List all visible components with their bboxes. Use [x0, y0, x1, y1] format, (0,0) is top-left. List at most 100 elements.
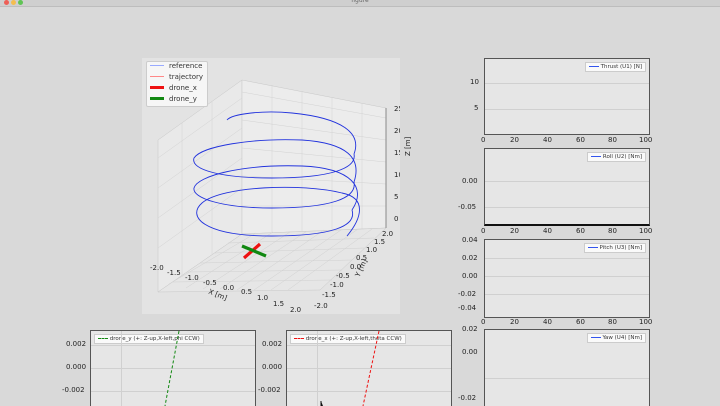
gridline [485, 276, 649, 277]
thrust-legend: Thrust (U1) [N] [584, 62, 646, 72]
z-label: Z [m] [404, 136, 412, 156]
z-tick-25: 25 [394, 105, 400, 113]
drone-y-line-svg [164, 331, 180, 406]
pitch-xtick: 40 [543, 318, 552, 326]
thrust-ytick-5: 5 [474, 104, 479, 112]
pitch-plot: Pitch (U3) [Nm] [484, 239, 650, 318]
pane-back [241, 79, 387, 235]
roll-ytick-neg: -0.05 [458, 203, 477, 211]
drone-x-line-svg [320, 331, 380, 406]
legend-swatch-reference [150, 65, 164, 66]
legend-swatch-drone-y [150, 97, 164, 100]
legend-3d: reference trajectory drone_x drone_y [146, 61, 208, 107]
x-tick: -1.0 [185, 274, 199, 282]
roll-xtick: 80 [608, 227, 617, 235]
roll-xtick: 100 [639, 227, 653, 235]
gridline [485, 258, 649, 259]
gridline [485, 378, 649, 379]
y-tick: 2.0 [382, 230, 394, 238]
z-axis: 0 5 10 15 20 25 [385, 105, 403, 228]
pitch-ytick: 0.04 [462, 236, 478, 244]
x-tick: -0.5 [203, 279, 217, 287]
z-tick-10: 10 [394, 171, 400, 179]
roll-xtick: 60 [576, 227, 585, 235]
pitch-xtick: 80 [608, 318, 617, 326]
y-tick: -1.0 [330, 281, 344, 289]
z-tick-15: 15 [394, 149, 400, 157]
drone-x-plot: drone_x (+: Z-up,X-left,theta CCW) [286, 330, 452, 406]
y-tick: -0.5 [336, 272, 350, 280]
drone-x-ytick: 0.002 [262, 340, 283, 348]
x-tick: -1.5 [167, 269, 181, 277]
legend-drone-y: drone_y [169, 95, 197, 103]
pitch-ytick: -0.02 [458, 290, 477, 298]
thrust-xtick: 40 [543, 136, 552, 144]
roll-xtick: 0 [481, 227, 486, 235]
legend-drone-x: drone_x [169, 84, 197, 92]
thrust-legend-label: Thrust (U1) [N] [600, 64, 642, 70]
x-tick: 0.5 [241, 288, 253, 296]
x-tick: 0.0 [223, 284, 235, 292]
thrust-plot: Thrust (U1) [N] [484, 58, 650, 135]
drone-y-ytick: -0.002 [62, 386, 85, 394]
pitch-ytick: 0.00 [462, 272, 478, 280]
drone-y-plot: drone_y (+: Z-up,X-left,phi CCW) [90, 330, 256, 406]
roll-xtick: 40 [543, 227, 552, 235]
window-title: figure [351, 0, 369, 4]
pitch-xtick: 20 [510, 318, 519, 326]
legend-reference: reference [169, 62, 203, 70]
gridline [485, 83, 649, 84]
z-tick-20: 20 [394, 127, 400, 135]
thrust-xtick: 100 [639, 136, 653, 144]
thrust-ytick-10: 10 [470, 78, 479, 86]
drone-x-line [362, 331, 380, 406]
thrust-legend-swatch [588, 66, 599, 67]
yaw-legend-label: Yaw (U4) [Nm] [602, 335, 642, 341]
pitch-ytick: 0.02 [462, 254, 478, 262]
gridline [485, 207, 649, 208]
drone-x-ytick: 0.000 [262, 363, 283, 371]
pitch-xtick: 60 [576, 318, 585, 326]
z-tick-5: 5 [394, 193, 398, 201]
pitch-legend-swatch [587, 247, 598, 248]
gridline [485, 181, 649, 182]
window-titlebar: figure [0, 0, 720, 7]
y-tick: -2.0 [314, 302, 328, 310]
mouse-cursor-icon [320, 401, 323, 406]
y-tick: -1.5 [322, 291, 336, 299]
yaw-ytick: 0.00 [462, 348, 478, 356]
pitch-legend-label: Pitch (U3) [Nm] [599, 245, 642, 251]
roll-xtick: 20 [510, 227, 519, 235]
pitch-legend: Pitch (U3) [Nm] [583, 243, 646, 253]
y-tick: 1.5 [374, 238, 386, 246]
yaw-legend: Yaw (U4) [Nm] [586, 333, 646, 343]
drone-y-ytick: 0.000 [66, 363, 87, 371]
pitch-xtick: 100 [639, 318, 653, 326]
thrust-xtick: 60 [576, 136, 585, 144]
x-tick: 1.0 [257, 294, 269, 302]
yaw-plot: Yaw (U4) [Nm] [484, 329, 650, 406]
x-tick: 1.5 [273, 300, 285, 308]
yaw-ytick: -0.02 [458, 394, 477, 402]
x-tick: 2.0 [290, 306, 302, 314]
legend-trajectory: trajectory [169, 73, 204, 81]
z-tick-0: 0 [394, 215, 398, 223]
x-tick: -2.0 [150, 264, 164, 272]
drone-y-line [164, 331, 180, 406]
y-tick: 1.0 [366, 246, 378, 254]
legend-swatch-drone-x [150, 86, 164, 89]
pitch-ytick: -0.04 [458, 304, 477, 312]
thrust-xtick: 20 [510, 136, 519, 144]
roll-legend-label: Roll (U2) [Nm] [602, 154, 642, 160]
legend-swatch-trajectory [150, 76, 164, 77]
gridline [485, 294, 649, 295]
drone-y-ytick: 0.002 [66, 340, 87, 348]
gridline [485, 109, 649, 110]
pitch-xtick: 0 [481, 318, 486, 326]
thrust-xtick: 80 [608, 136, 617, 144]
roll-ytick-0: 0.00 [462, 177, 478, 185]
yaw-legend-swatch [590, 337, 601, 338]
roll-plot: Roll (U2) [Nm] [484, 148, 650, 226]
drone-x-ytick: -0.002 [258, 386, 281, 394]
thrust-xtick: 0 [481, 136, 486, 144]
